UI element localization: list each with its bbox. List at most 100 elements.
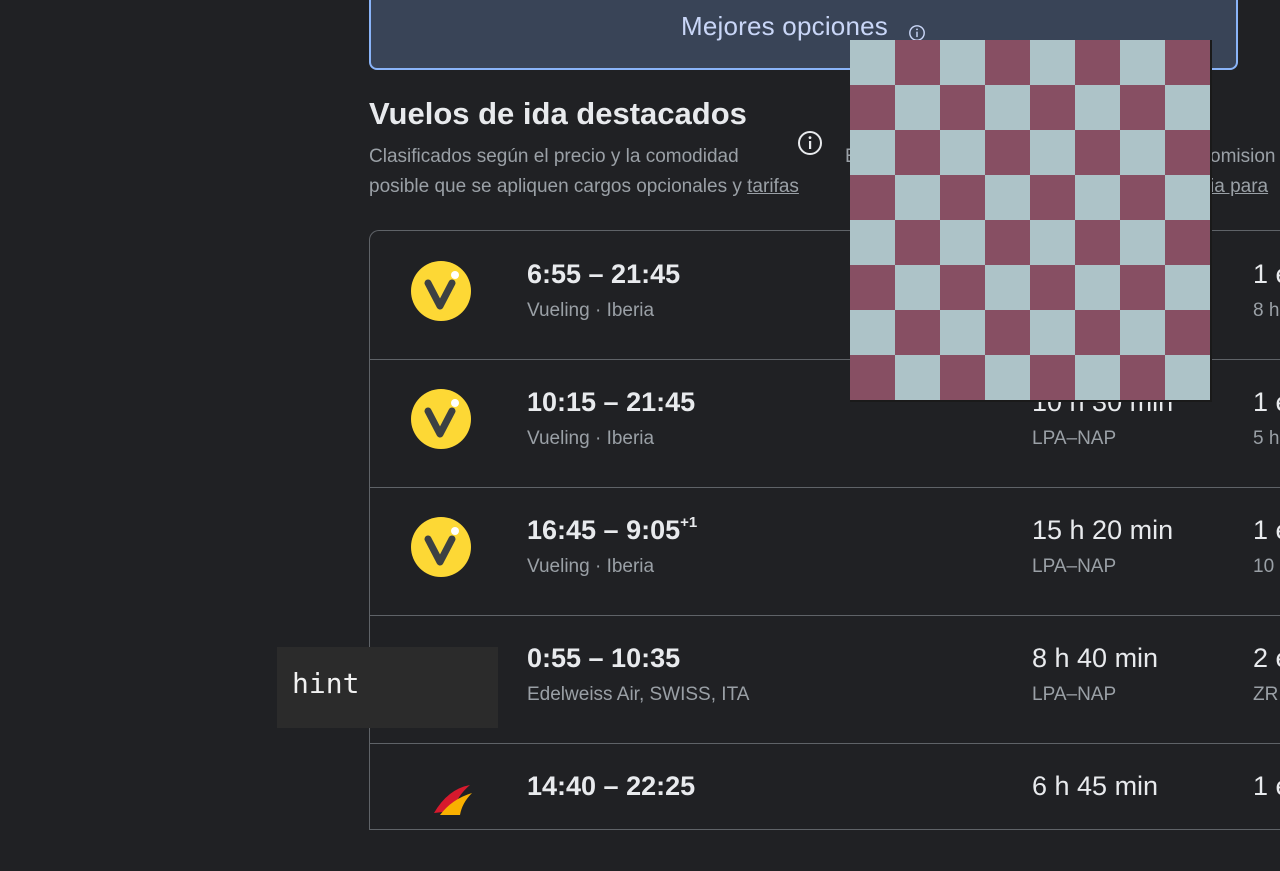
checker-cell <box>850 265 895 310</box>
checker-cell <box>940 310 985 355</box>
flight-route: LPA–NAP <box>1032 428 1117 449</box>
checker-cell <box>1120 355 1165 400</box>
flight-duration: 8 h 40 min <box>1032 643 1159 673</box>
checker-cell <box>1120 85 1165 130</box>
checker-cell <box>985 130 1030 175</box>
checker-cell <box>985 220 1030 265</box>
flight-route: LPA–NAP <box>1032 556 1117 577</box>
checker-cell <box>1030 175 1075 220</box>
checker-cell <box>895 220 940 265</box>
checker-cell <box>895 355 940 400</box>
checker-cell <box>1030 220 1075 265</box>
checker-cell <box>1075 220 1120 265</box>
checker-cell <box>985 355 1030 400</box>
flight-stops: 1 e <box>1253 771 1280 801</box>
flight-airlines: Edelweiss Air, SWISS, ITA <box>527 684 750 705</box>
flight-stops: 2 e <box>1253 643 1280 673</box>
flight-times: 6:55 – 21:45 <box>527 259 681 289</box>
checker-cell <box>940 175 985 220</box>
flight-row[interactable]: 16:45 – 9:05+1 Vueling · Iberia 15 h 20 … <box>370 487 1280 616</box>
flight-stops-detail: 5 h <box>1253 428 1280 449</box>
checker-cell <box>1120 40 1165 85</box>
checker-cell <box>895 40 940 85</box>
checker-cell <box>895 310 940 355</box>
checker-cell <box>940 220 985 265</box>
vueling-logo-icon <box>411 517 471 577</box>
checker-cell <box>1030 85 1075 130</box>
flight-duration: 15 h 20 min <box>1032 515 1174 545</box>
flight-airlines: Vueling · Iberia <box>527 556 655 577</box>
checker-cell <box>985 40 1030 85</box>
checker-cell <box>850 310 895 355</box>
fees-link[interactable]: tarifas <box>747 176 799 197</box>
flight-times-text: 16:45 – 9:05 <box>527 515 681 545</box>
flight-stops-detail: 10 <box>1253 556 1275 577</box>
checker-cell <box>1075 265 1120 310</box>
checker-cell <box>1030 355 1075 400</box>
subtitle-line-1: Clasificados según el precio y la comodi… <box>369 146 739 167</box>
checker-cell <box>850 85 895 130</box>
checker-cell <box>850 130 895 175</box>
vueling-logo-icon <box>411 261 471 321</box>
checker-cell <box>985 175 1030 220</box>
flight-stops: 1 e <box>1253 515 1280 545</box>
flight-airlines: Vueling · Iberia <box>527 428 655 449</box>
checker-cell <box>850 40 895 85</box>
checker-cell <box>1120 130 1165 175</box>
checker-cell <box>895 265 940 310</box>
checker-cell <box>1165 265 1210 310</box>
checker-cell <box>1030 40 1075 85</box>
checker-cell <box>850 220 895 265</box>
checker-cell <box>1075 130 1120 175</box>
checker-cell <box>1075 310 1120 355</box>
flight-stops-detail: 8 h <box>1253 300 1280 321</box>
checker-cell <box>940 355 985 400</box>
checker-cell <box>1165 310 1210 355</box>
flight-times: 16:45 – 9:05+1 <box>527 514 698 546</box>
checker-cell <box>985 265 1030 310</box>
flight-airlines: Vueling · Iberia <box>527 300 655 321</box>
subtitle-line-2: posible que se apliquen cargos opcionale… <box>369 176 799 198</box>
checker-cell <box>940 265 985 310</box>
flight-row[interactable]: 14:40 – 22:25 6 h 45 min 1 e <box>370 743 1280 871</box>
subtitle-fragment: omision <box>1210 146 1276 167</box>
checker-cell <box>985 85 1030 130</box>
checker-cell <box>850 355 895 400</box>
checker-cell <box>1075 40 1120 85</box>
flight-times: 0:55 – 10:35 <box>527 643 681 673</box>
checker-cell <box>895 175 940 220</box>
flight-stops-detail: ZR <box>1253 684 1279 705</box>
checker-cell <box>1120 220 1165 265</box>
subtitle-line-2-text: posible que se apliquen cargos opcionale… <box>369 176 748 197</box>
checker-cell <box>1165 85 1210 130</box>
checker-cell <box>1030 130 1075 175</box>
iberia-logo-icon <box>434 785 472 815</box>
checker-cell <box>940 40 985 85</box>
hint-tooltip: hint <box>277 647 498 728</box>
flight-row[interactable]: 0:55 – 10:35 Edelweiss Air, SWISS, ITA 8… <box>370 615 1280 744</box>
checker-cell <box>895 130 940 175</box>
checker-cell <box>1165 130 1210 175</box>
checker-cell <box>1165 355 1210 400</box>
best-options-label: Mejores opciones <box>681 11 888 41</box>
checkerboard-overlay <box>850 40 1212 402</box>
vueling-logo-icon <box>411 389 471 449</box>
checker-cell <box>895 85 940 130</box>
day-offset: +1 <box>680 514 698 531</box>
subtitle-link-fragment[interactable]: ia para <box>1210 176 1268 198</box>
flight-times: 14:40 – 22:25 <box>527 771 696 801</box>
checker-cell <box>940 85 985 130</box>
flight-times: 10:15 – 21:45 <box>527 387 696 417</box>
checker-cell <box>1165 40 1210 85</box>
checker-cell <box>1165 220 1210 265</box>
checker-cell <box>1165 175 1210 220</box>
checker-cell <box>1075 175 1120 220</box>
flight-duration: 6 h 45 min <box>1032 771 1159 801</box>
checker-cell <box>1030 310 1075 355</box>
checker-cell <box>850 175 895 220</box>
ranking-info-icon[interactable] <box>797 130 823 156</box>
flight-route: LPA–NAP <box>1032 684 1117 705</box>
checker-cell <box>1075 355 1120 400</box>
checker-cell <box>1075 85 1120 130</box>
flight-stops: 1 e <box>1253 387 1280 417</box>
